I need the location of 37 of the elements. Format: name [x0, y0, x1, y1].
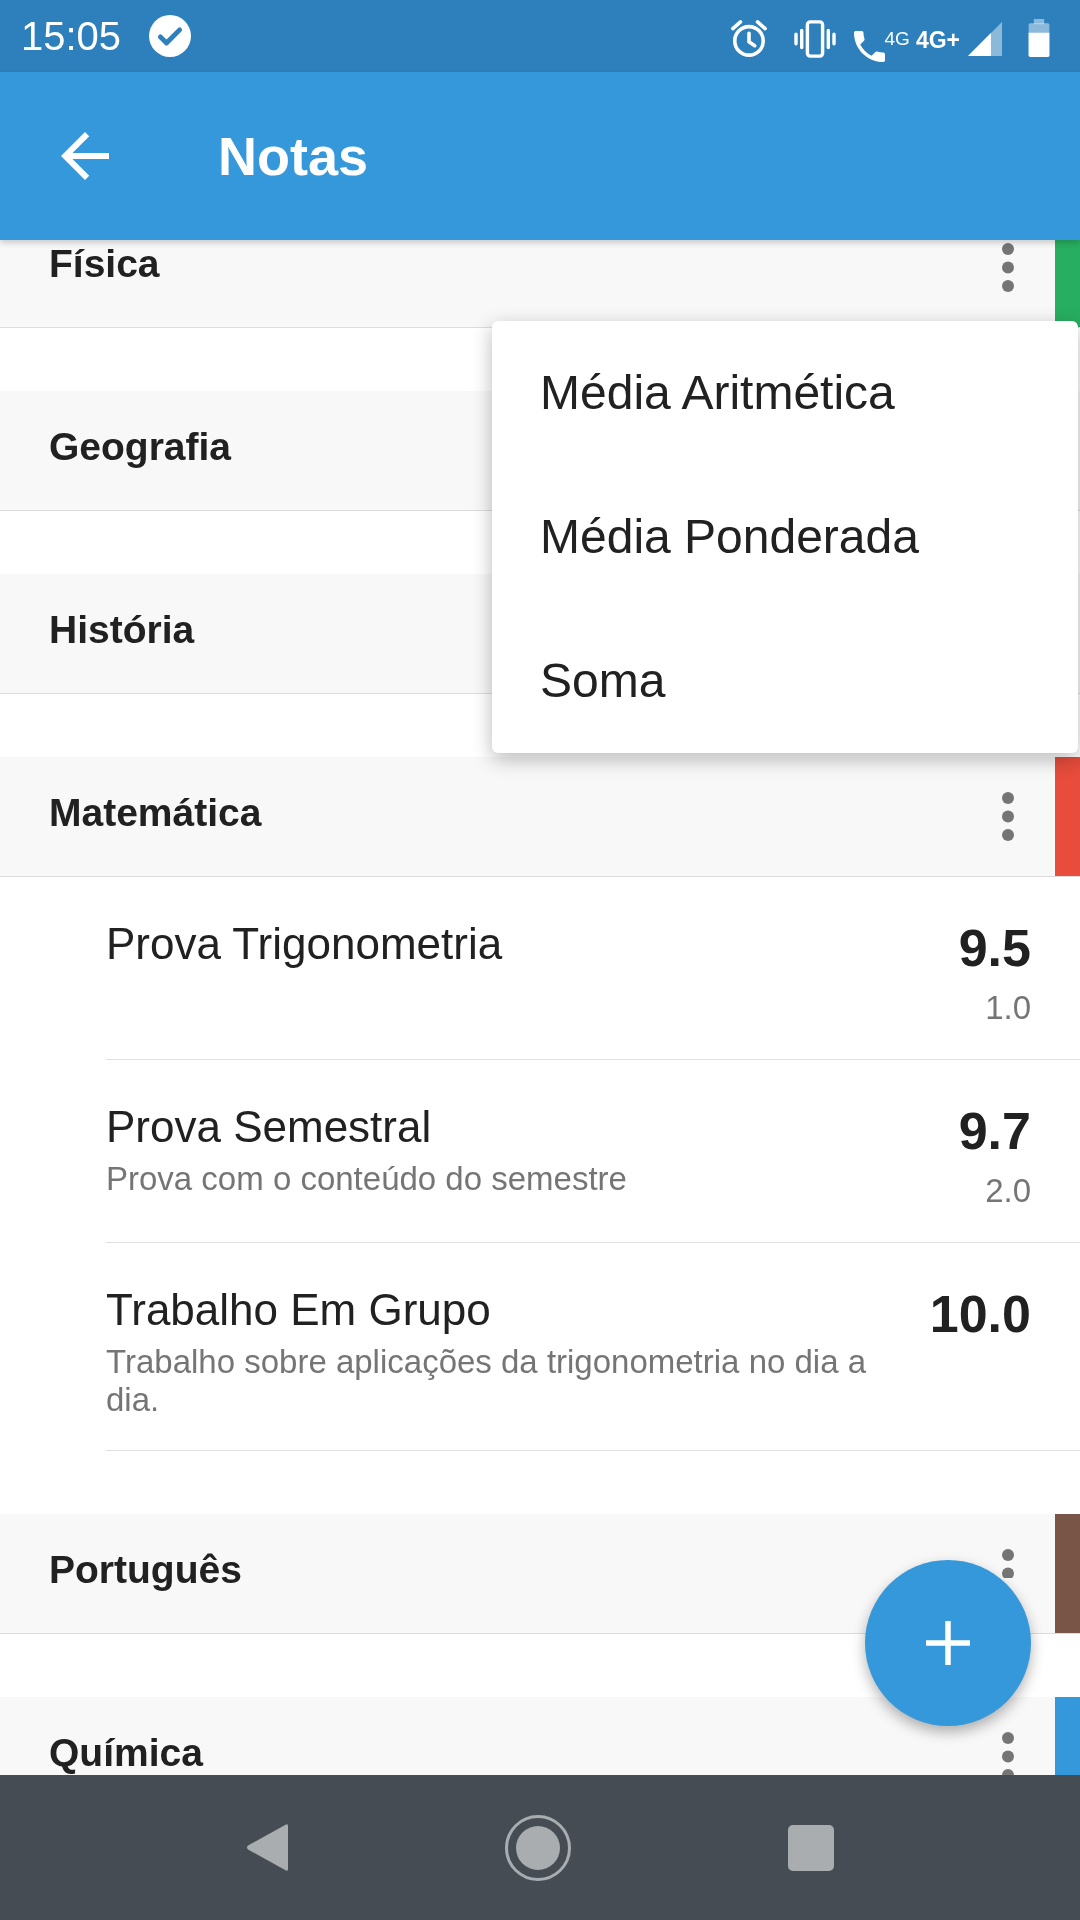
subject-name: Matemática: [49, 795, 263, 830]
grade-value: 10.0: [929, 1284, 1031, 1344]
check-circle-icon: [149, 15, 192, 57]
network-label: 4G+: [915, 28, 960, 52]
more-options-icon[interactable]: [1002, 243, 1014, 292]
grade-description: Trabalho sobre aplicações da trigonometria no dia a dia.: [106, 1343, 868, 1419]
grade-title: Trabalho Em Grupo: [106, 1284, 491, 1336]
more-options-icon[interactable]: [1002, 792, 1014, 841]
status-time: 15:05: [21, 16, 122, 56]
menu-item[interactable]: Soma: [492, 609, 1078, 753]
back-triangle-icon[interactable]: [246, 1823, 288, 1872]
signal-icon: [968, 22, 1002, 56]
home-circle-icon[interactable]: [505, 1814, 571, 1881]
back-arrow-icon[interactable]: [61, 132, 109, 180]
grade-description: Prova com o conteúdo do semestre: [106, 1160, 627, 1198]
phone-icon: [853, 30, 885, 62]
grade-weight: 2.0: [985, 1171, 1031, 1211]
grade-value: 9.7: [958, 1101, 1031, 1161]
grade-value: 9.5: [958, 918, 1031, 978]
subject-row[interactable]: Matemática: [0, 757, 1080, 877]
more-options-icon[interactable]: [1002, 1549, 1014, 1578]
grade-title: Prova Trigonometria: [106, 918, 503, 970]
plus-icon: [926, 1621, 970, 1665]
screen-title: Notas: [218, 129, 369, 183]
subject-name: História: [49, 612, 196, 647]
menu-item[interactable]: Média Ponderada: [492, 465, 1078, 609]
subject-name: Física: [49, 246, 161, 281]
grade-title: Prova Semestral: [106, 1101, 432, 1153]
grade-weight: 1.0: [985, 988, 1031, 1028]
recents-square-icon[interactable]: [788, 1824, 834, 1871]
call-network-label: 4G: [884, 28, 910, 48]
battery-icon: [1028, 19, 1050, 57]
subject-row[interactable]: Química: [0, 1697, 1080, 1775]
subject-row[interactable]: Português: [0, 1514, 1080, 1634]
more-options-icon[interactable]: [1002, 1732, 1014, 1775]
subject-row[interactable]: Física: [0, 240, 1080, 328]
alarm-clock-icon: [729, 20, 768, 58]
